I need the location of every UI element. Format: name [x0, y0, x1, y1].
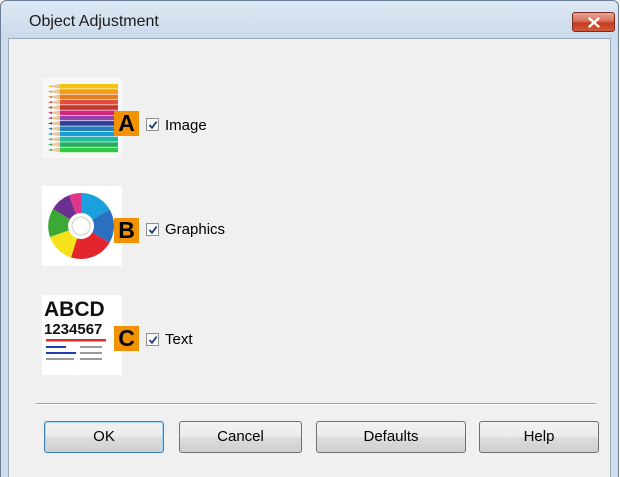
graphics-checkbox[interactable] — [146, 223, 159, 236]
graphics-checkbox-label[interactable]: Graphics — [165, 221, 225, 238]
title-bar[interactable]: Object Adjustment — [1, 1, 618, 39]
thumb-text-line2: 1234567 — [44, 321, 102, 338]
graphics-thumbnail — [42, 186, 122, 266]
checkmark-icon — [148, 336, 158, 345]
close-icon — [587, 16, 600, 28]
image-checkbox-label[interactable]: Image — [165, 117, 207, 134]
help-button[interactable]: Help — [479, 421, 599, 453]
dialog-client-area: A Image B Graphics ABCD 1234567 C Text O… — [8, 38, 611, 477]
option-b-badge: B — [114, 218, 139, 243]
checkmark-icon — [148, 226, 158, 235]
dialog-title: Object Adjustment — [29, 13, 159, 30]
image-checkbox[interactable] — [146, 118, 159, 131]
option-c-badge: C — [114, 326, 139, 351]
image-thumbnail — [42, 78, 122, 158]
checkmark-icon — [148, 121, 158, 130]
cancel-button[interactable]: Cancel — [179, 421, 302, 453]
ok-button[interactable]: OK — [44, 421, 164, 453]
text-sample-image: ABCD 1234567 — [42, 295, 122, 375]
thumb-text-line1: ABCD — [44, 298, 105, 321]
text-checkbox[interactable] — [146, 333, 159, 346]
defaults-button[interactable]: Defaults — [316, 421, 466, 453]
separator — [36, 403, 596, 405]
text-thumbnail: ABCD 1234567 — [42, 295, 122, 375]
donut-chart-image — [42, 186, 122, 266]
option-a-badge: A — [114, 111, 139, 136]
close-button[interactable] — [572, 12, 615, 32]
colored-pencils-image — [42, 78, 122, 158]
text-checkbox-label[interactable]: Text — [165, 331, 193, 348]
